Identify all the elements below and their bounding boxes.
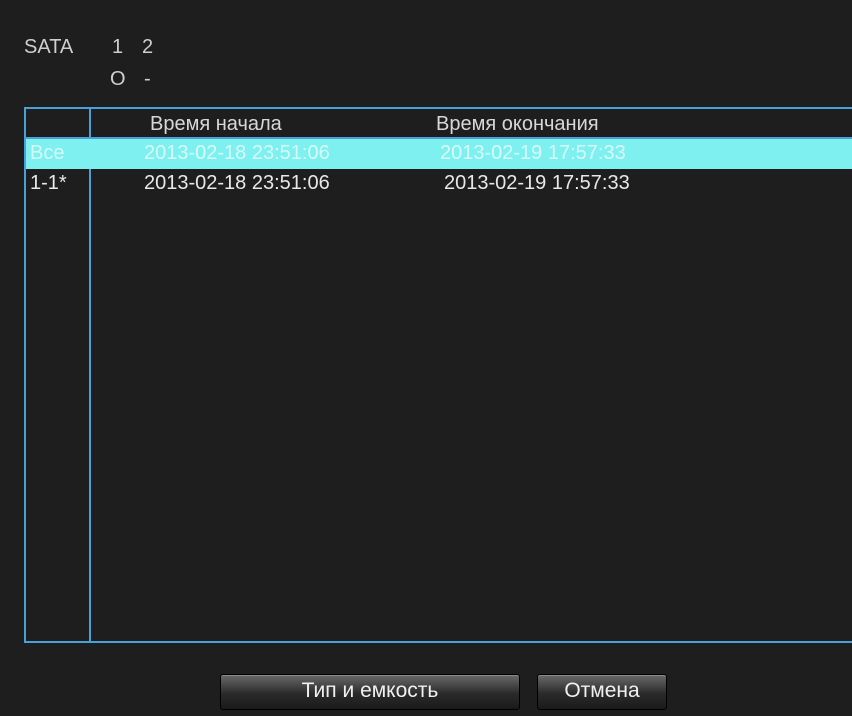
sata-disk-2-status: - xyxy=(144,68,151,90)
table-row-1-1[interactable]: 1-1* 2013-02-18 23:51:06 2013-02-19 17:5… xyxy=(26,169,852,199)
record-period-table: Время начала Время окончания Все 2013-02… xyxy=(24,107,852,643)
sata-disk-2-number: 2 xyxy=(142,36,154,58)
sata-label: SATA xyxy=(24,36,74,58)
row-start-time: 2013-02-18 23:51:06 xyxy=(144,142,330,164)
header-end-time: Время окончания xyxy=(436,113,599,135)
row-end-time: 2013-02-19 17:57:33 xyxy=(444,172,630,194)
table-row-all[interactable]: Все 2013-02-18 23:51:06 2013-02-19 17:57… xyxy=(26,139,852,169)
row-start-time: 2013-02-18 23:51:06 xyxy=(144,172,330,194)
sata-disk-1-status: O xyxy=(110,68,126,90)
cancel-button[interactable]: Отмена xyxy=(537,674,667,710)
sata-disk-1-number: 1 xyxy=(112,36,124,58)
row-id: Все xyxy=(30,142,65,164)
header-start-time: Время начала xyxy=(150,113,282,135)
row-id: 1-1* xyxy=(30,172,67,194)
table-header: Время начала Время окончания xyxy=(26,109,852,139)
row-end-time: 2013-02-19 17:57:33 xyxy=(440,142,626,164)
type-capacity-button[interactable]: Тип и емкость xyxy=(220,674,520,710)
